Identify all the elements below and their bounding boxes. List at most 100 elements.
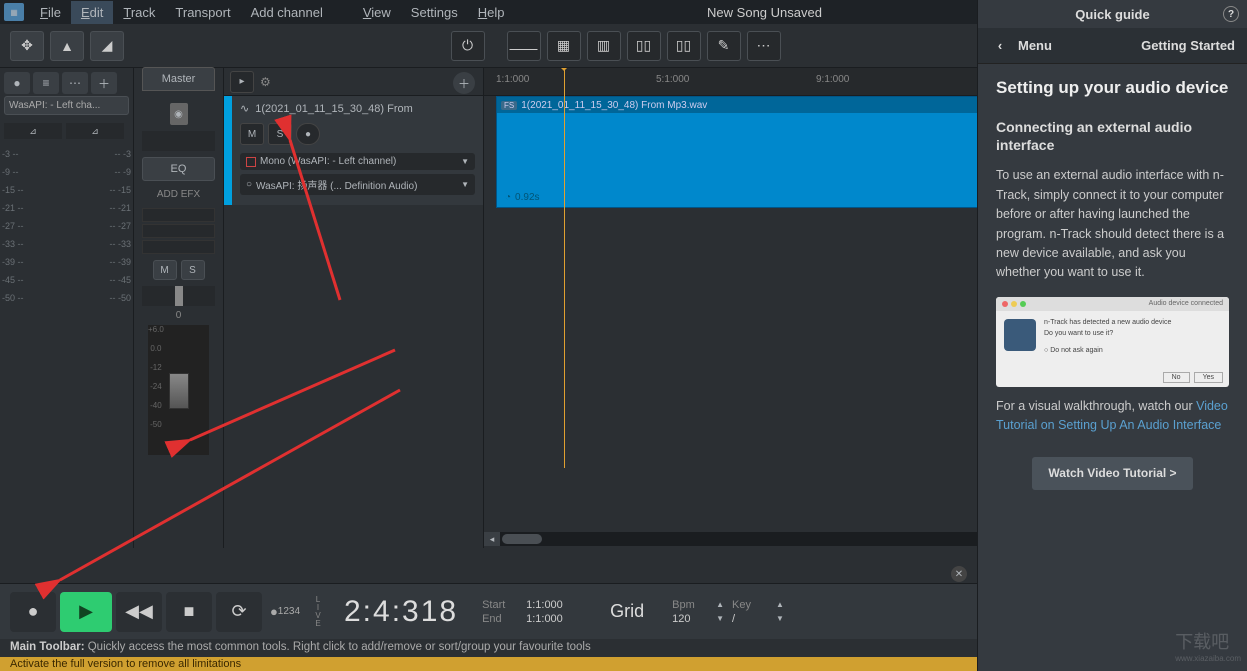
power-icon[interactable]: ⏻ — [451, 31, 485, 61]
guide-screenshot: Audio device connected n-Track has detec… — [996, 297, 1229, 387]
rewind-button[interactable]: ◀◀ — [116, 592, 162, 632]
add-track-button[interactable]: ＋ — [453, 72, 475, 94]
time-display[interactable]: 2:4:318 — [344, 595, 458, 629]
menu-edit[interactable]: Edit — [71, 1, 113, 24]
loop-button[interactable]: ⟳ — [216, 592, 262, 632]
scale-label: -- -15 — [109, 185, 131, 195]
track-settings-icon[interactable]: ⚙ — [260, 75, 271, 89]
input-label: Mono (WasAPI: - Left channel) — [260, 156, 396, 167]
ruler-mark: 9:1:000 — [816, 74, 849, 85]
close-transport-icon[interactable]: ✕ — [951, 566, 967, 582]
scale-label: -- -27 — [109, 221, 131, 231]
app-icon: ▦ — [4, 3, 24, 21]
meter-head-left: ⊿ — [4, 123, 62, 139]
stop-button[interactable]: ■ — [166, 592, 212, 632]
volume-fader[interactable]: +6.0 0.0 -12 -24 -40 -50 — [148, 325, 209, 455]
track-name[interactable]: 1(2021_01_11_15_30_48) From — [255, 103, 413, 115]
record-enable-icon[interactable]: ● — [4, 72, 30, 94]
chevron-down-icon: ▼ — [461, 157, 469, 166]
play-small-icon[interactable]: ▸ — [230, 71, 254, 93]
clock-icon: ◔ — [505, 192, 511, 203]
spinner-icon[interactable]: ▲ — [776, 600, 784, 609]
speaker-icon: ◉ — [170, 103, 188, 125]
grid-icon[interactable]: ▦ — [547, 31, 581, 61]
quickguide-title: Quick guide ? — [978, 0, 1247, 28]
play-button[interactable]: ▶ — [60, 592, 112, 632]
track-solo-button[interactable]: S — [268, 123, 292, 145]
menu-addchannel[interactable]: Add channel — [241, 1, 333, 24]
track-record-button[interactable]: ● — [296, 123, 320, 145]
options-icon[interactable]: ⋯ — [62, 72, 88, 94]
guide-subheading: Connecting an external audio interface — [996, 118, 1229, 154]
back-icon[interactable]: ‹ — [990, 36, 1010, 56]
track-input-select[interactable]: Mono (WasAPI: - Left channel) ▼ — [240, 153, 475, 170]
watermark: 下载吧 www.xiazaiba.com — [1175, 628, 1241, 663]
clip-duration: 0.92s — [515, 192, 539, 203]
pencil-icon[interactable]: ✎ — [707, 31, 741, 61]
spinner-icon[interactable]: ▼ — [776, 614, 784, 623]
menu-view[interactable]: View — [353, 1, 401, 24]
menu-track[interactable]: Track — [113, 1, 165, 24]
spinner-icon[interactable]: ▲ — [716, 600, 724, 609]
bars-icon[interactable]: ▯▯ — [627, 31, 661, 61]
move-tool-icon[interactable]: ✥ — [10, 31, 44, 61]
menu-help[interactable]: Help — [468, 1, 515, 24]
more-icon[interactable]: ⋯ — [747, 31, 781, 61]
envelope-tool-icon[interactable]: ◢ — [90, 31, 124, 61]
fx-slot[interactable] — [142, 224, 215, 238]
spinner-icon[interactable]: ▼ — [716, 614, 724, 623]
master-tab[interactable]: Master — [142, 67, 215, 91]
fader-tick: -40 — [148, 401, 164, 410]
guide-paragraph2: For a visual walkthrough, watch our Vide… — [996, 397, 1229, 436]
watch-video-button[interactable]: Watch Video Tutorial > — [1032, 457, 1192, 490]
mute-button[interactable]: M — [153, 260, 177, 280]
live-indicator: LIVE — [308, 596, 328, 628]
input-device-select[interactable]: WasAPI: - Left cha... — [4, 96, 129, 115]
addefx-label[interactable]: ADD EFX — [142, 189, 215, 200]
guide-paragraph: To use an external audio interface with … — [996, 166, 1229, 282]
menu-file[interactable]: File — [30, 1, 71, 24]
scale-label: -15 -- — [2, 185, 24, 195]
help-icon[interactable]: ? — [1223, 6, 1239, 22]
track-mute-button[interactable]: M — [240, 123, 264, 145]
scale-label: -- -45 — [109, 275, 131, 285]
grid-button[interactable]: Grid — [610, 601, 644, 622]
columns-icon[interactable]: ▯▯ — [667, 31, 701, 61]
scroll-left-icon[interactable]: ◂ — [484, 532, 500, 546]
eq-button[interactable]: EQ — [142, 157, 215, 181]
list-icon[interactable]: ≡ — [33, 72, 59, 94]
record-button[interactable]: ● — [10, 592, 56, 632]
piano-icon[interactable]: ▥ — [587, 31, 621, 61]
pan-slider[interactable] — [142, 286, 215, 306]
end-value[interactable]: 1:1:000 — [526, 613, 582, 625]
track-output-select[interactable]: ○ WasAPI: 扬声器 (... Definition Audio) ▼ — [240, 174, 475, 195]
menu-settings[interactable]: Settings — [401, 1, 468, 24]
fader-tick: -12 — [148, 363, 164, 372]
solo-button[interactable]: S — [181, 260, 205, 280]
sliders-icon[interactable]: ⎼⎼ — [507, 31, 541, 61]
key-label: Key — [732, 599, 768, 611]
clip-badge: FS — [501, 101, 517, 110]
menu-transport[interactable]: Transport — [165, 1, 240, 24]
counter-button[interactable]: ●1234 — [266, 592, 304, 632]
add-icon[interactable]: ＋ — [91, 72, 117, 94]
waveform-icon: ∿ — [240, 102, 249, 115]
clip-name: 1(2021_01_11_15_30_48) From Mp3.wav — [521, 100, 707, 111]
playhead[interactable] — [564, 68, 565, 468]
bpm-value[interactable]: 120 — [672, 613, 708, 625]
menu-label[interactable]: Menu — [1018, 38, 1052, 53]
key-value[interactable]: / — [732, 613, 768, 625]
fx-slot[interactable] — [142, 240, 215, 254]
fader-tick: 0.0 — [148, 344, 164, 353]
track-color-strip — [224, 96, 232, 205]
start-label: Start — [482, 599, 518, 611]
scale-label: -- -33 — [109, 239, 131, 249]
master-slider[interactable] — [142, 131, 215, 151]
start-value[interactable]: 1:1:000 — [526, 599, 582, 611]
pointer-tool-icon[interactable]: ▲ — [50, 31, 84, 61]
fader-tick: -24 — [148, 382, 164, 391]
meter-head-right: ⊿ — [66, 123, 124, 139]
ruler-mark: 5:1:000 — [656, 74, 689, 85]
fx-slot[interactable] — [142, 208, 215, 222]
end-label: End — [482, 613, 518, 625]
